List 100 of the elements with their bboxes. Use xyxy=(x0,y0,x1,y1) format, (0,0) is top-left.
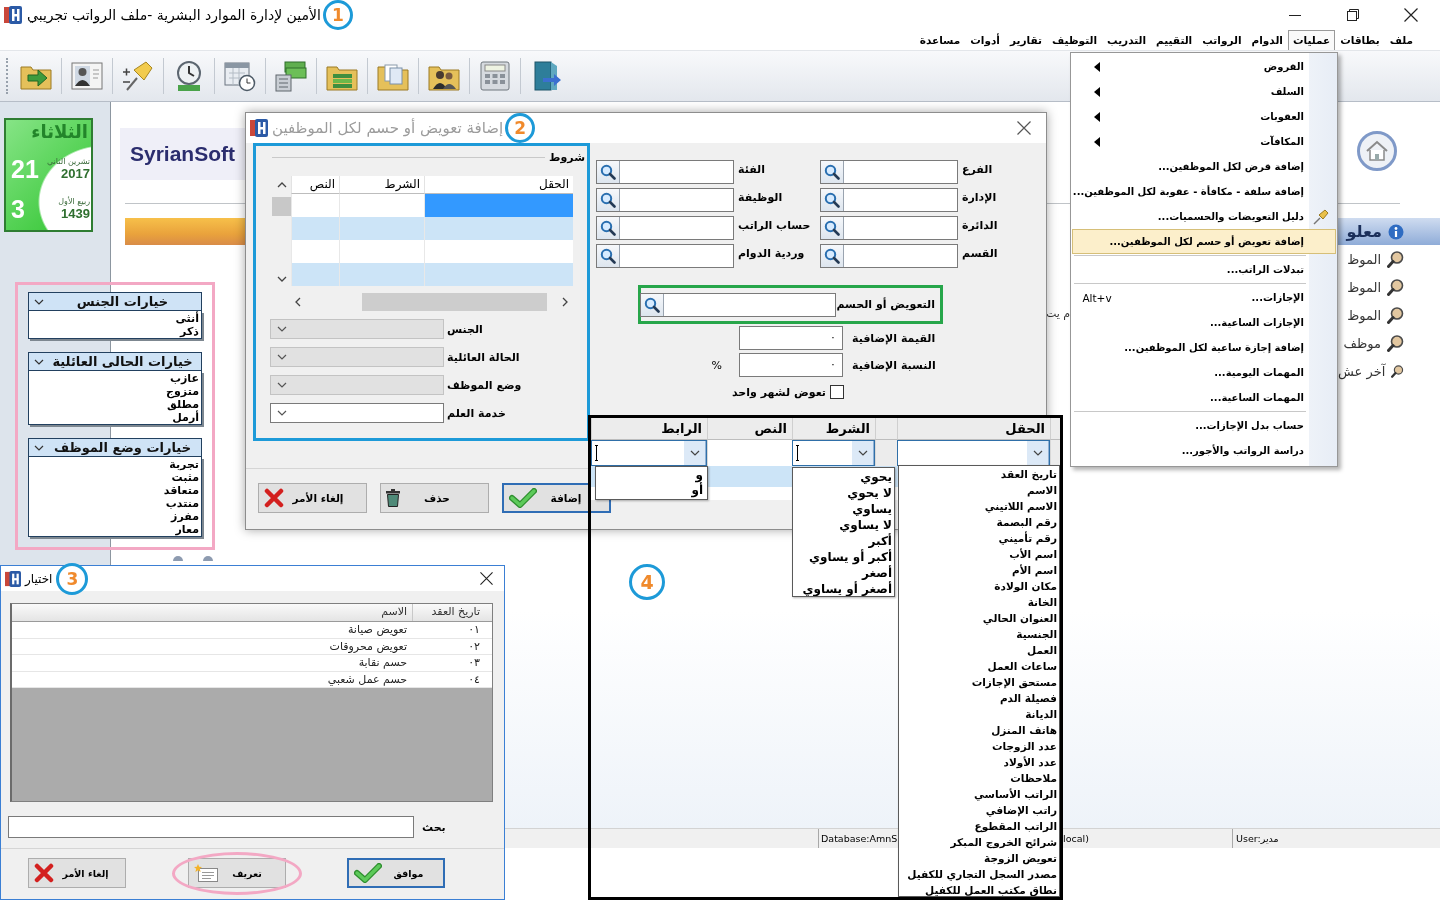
dialog-button[interactable]: إلغاء الأمر xyxy=(258,483,367,513)
id-card-icon[interactable] xyxy=(71,60,103,92)
dropdown-option[interactable]: ملاحظات xyxy=(1010,770,1057,786)
search-button[interactable] xyxy=(597,217,620,239)
list-item[interactable]: عازب xyxy=(169,372,199,385)
menu-item[interactable]: الدوام xyxy=(1246,30,1288,50)
lookup-field[interactable] xyxy=(596,244,734,268)
menu-item[interactable]: ملف xyxy=(1384,30,1418,50)
lookup-field[interactable] xyxy=(596,160,734,184)
dialog-button[interactable]: موافق xyxy=(347,858,445,888)
menu-item[interactable]: السلف xyxy=(1072,79,1336,104)
search-button[interactable] xyxy=(821,245,844,267)
menu-item[interactable]: مساعدة xyxy=(914,30,966,50)
pin-icon[interactable] xyxy=(122,60,154,92)
list-item[interactable]: أرمل xyxy=(172,411,199,424)
dropdown-option[interactable]: أكبر أو يساوي xyxy=(808,549,892,565)
table-cell[interactable] xyxy=(291,217,339,240)
lookup-field[interactable] xyxy=(820,188,958,212)
search-field[interactable] xyxy=(8,816,414,838)
dropdown-field[interactable] xyxy=(270,403,444,423)
info-link[interactable]: الموظ xyxy=(1347,279,1381,295)
table-cell[interactable] xyxy=(424,194,573,217)
lookup-field[interactable] xyxy=(596,188,734,212)
lookup-field[interactable] xyxy=(820,244,958,268)
dropdown-option[interactable]: الاسم اللاتيني xyxy=(984,498,1057,514)
search-button[interactable] xyxy=(597,189,620,211)
number-field[interactable]: ٠ xyxy=(739,353,843,377)
menu-item[interactable]: دليل التعويضات والحسميات... xyxy=(1072,204,1336,229)
table-cell[interactable] xyxy=(291,194,339,217)
table-cell[interactable]: تعويض محروقات xyxy=(12,638,412,654)
dropdown-option[interactable]: فصيلة الدم xyxy=(999,690,1057,706)
menu-item[interactable]: التدريب xyxy=(1102,30,1152,50)
dropdown-option[interactable]: عدد الزوجات xyxy=(992,738,1057,754)
dialog-button[interactable]: حذف xyxy=(380,483,489,513)
number-field[interactable]: ٠ xyxy=(739,326,843,350)
list-item[interactable]: مطلق xyxy=(167,398,199,411)
dropdown-option[interactable]: تعويض الزوجة xyxy=(984,850,1057,866)
scrollbar-thumb[interactable] xyxy=(362,293,547,311)
list-item[interactable]: تجربة xyxy=(169,458,199,471)
list-item[interactable]: مثبت xyxy=(171,471,199,484)
menu-item[interactable]: بطاقات xyxy=(1335,30,1385,50)
menu-item[interactable]: حساب بدل الإجازات... xyxy=(1072,413,1336,438)
scrollbar-thumb[interactable] xyxy=(272,197,291,216)
table-cell[interactable]: حسم نقابة xyxy=(12,655,412,671)
table-cell[interactable]: حسم عمل شعبي xyxy=(12,671,412,687)
checkbox[interactable] xyxy=(830,385,844,399)
info-link[interactable]: آخر عش xyxy=(1338,363,1386,379)
dropdown-option[interactable]: شرائح الخروج المبكر xyxy=(950,834,1057,850)
lookup-field[interactable] xyxy=(596,216,734,240)
dropdown-option[interactable]: نطاق مكتب العمل للكفيل xyxy=(925,882,1057,896)
dropdown-option[interactable]: رقم البصمة xyxy=(996,514,1057,530)
calendar-clock-icon[interactable] xyxy=(224,60,256,92)
dropdown-option[interactable]: أصغر أو يساوي xyxy=(802,581,892,596)
search-button[interactable] xyxy=(597,161,620,183)
home-icon[interactable] xyxy=(1357,131,1397,171)
panel-header[interactable]: خيارات الحالى العائلية xyxy=(28,352,202,371)
dropdown-option[interactable]: يحوي xyxy=(860,469,892,485)
menu-item[interactable]: المهمات اليومية... xyxy=(1072,360,1336,385)
dialog-button[interactable]: إلغاء الأمر xyxy=(28,858,126,888)
table-cell[interactable]: تعويض صيانة xyxy=(12,622,412,638)
panel-header[interactable]: خيارات وضع الموظف xyxy=(28,438,202,457)
panel-header[interactable]: خيارات الجنس xyxy=(28,292,202,311)
search-button[interactable] xyxy=(821,189,844,211)
dropdown-option[interactable]: الخانة xyxy=(1027,594,1057,610)
menu-item[interactable]: إضافة تعويض أو حسم لكل الموظفين... xyxy=(1072,229,1336,254)
menu-item[interactable]: تبدلات الراتب... xyxy=(1072,257,1336,282)
dropdown-option[interactable]: العنوان الحالي xyxy=(982,610,1057,626)
dropdown-option[interactable]: ساعات العمل xyxy=(987,658,1057,674)
dropdown-option[interactable]: مصدر السجل التجاري للكفيل xyxy=(907,866,1057,882)
list-item[interactable]: أنثى xyxy=(175,312,199,325)
menu-item[interactable]: إضافة سلفة - مكافأة - عقوبة لكل الموظفين... xyxy=(1072,179,1336,204)
menu-item[interactable]: دراسة الرواتب والأجور... xyxy=(1072,438,1336,463)
info-link[interactable]: الموظ xyxy=(1347,307,1381,323)
dropdown-option[interactable]: أصغر xyxy=(862,565,892,581)
dropdown-option[interactable]: لا يحوي xyxy=(847,485,892,501)
menu-item[interactable]: القروض xyxy=(1072,54,1336,79)
menu-item[interactable]: أدوات xyxy=(965,30,1005,50)
menu-item[interactable]: المكافآت xyxy=(1072,129,1336,154)
dropdown-option[interactable]: لا يساوي xyxy=(839,517,892,533)
dropdown-option[interactable]: أو xyxy=(691,483,703,498)
dropdown-option[interactable]: العمل xyxy=(1027,642,1057,658)
menu-item[interactable]: العقوبات xyxy=(1072,104,1336,129)
list-item[interactable]: معار xyxy=(175,523,199,536)
table-cell[interactable] xyxy=(339,194,424,217)
list-item[interactable]: مفرز xyxy=(171,510,199,523)
search-button[interactable] xyxy=(821,217,844,239)
info-link[interactable]: موظف xyxy=(1343,335,1381,351)
dropdown-option[interactable]: اسم الأم xyxy=(1012,562,1057,578)
dropdown-option[interactable]: يساوي xyxy=(852,501,892,517)
table-cell[interactable] xyxy=(291,263,339,286)
lookup-field[interactable] xyxy=(820,160,958,184)
search-button[interactable] xyxy=(641,293,665,316)
dropdown-option[interactable]: أكبر xyxy=(868,533,892,549)
menu-item[interactable]: عمليات xyxy=(1287,30,1336,50)
table-cell[interactable] xyxy=(424,263,573,286)
table-cell[interactable] xyxy=(339,263,424,286)
dropdown-option[interactable]: مستحق الإجازات xyxy=(971,674,1057,690)
table-cell[interactable]: ٠٢ xyxy=(412,638,492,654)
table-cell[interactable] xyxy=(424,240,573,263)
list-item[interactable]: متعاقد xyxy=(163,484,199,497)
